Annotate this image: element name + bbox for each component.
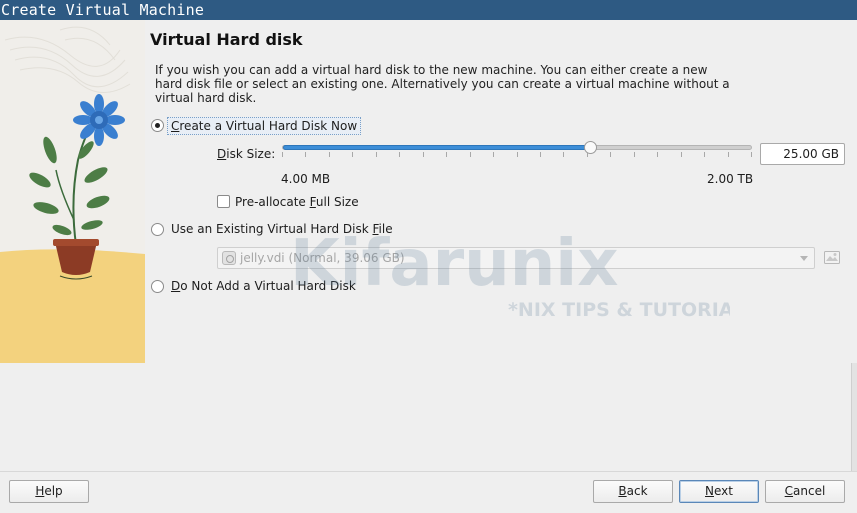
slider-tick — [517, 152, 518, 157]
chevron-down-icon — [800, 256, 808, 261]
watermark-tagline: *NIX TIPS & TUTORIALS — [508, 299, 730, 321]
slider-tick — [610, 152, 611, 157]
existing-disk-select[interactable]: jelly.vdi (Normal, 39.06 GB) — [217, 247, 815, 269]
disk-size-label-post: isk Size: — [226, 147, 276, 161]
slider-tick — [305, 152, 306, 157]
disk-size-slider-fill — [283, 145, 591, 150]
use-existing-label[interactable]: Use an Existing Virtual Hard Disk File — [171, 222, 393, 236]
slider-tick — [470, 152, 471, 157]
slider-tick — [563, 152, 564, 157]
cancel-button-key: C — [784, 484, 794, 498]
button-bar-separator — [0, 471, 857, 472]
slider-tick — [657, 152, 658, 157]
folder-icon — [824, 251, 840, 264]
next-button-key: N — [705, 484, 714, 498]
slider-tick — [423, 152, 424, 157]
disk-size-label-key: D — [217, 147, 227, 161]
help-button[interactable]: Help — [9, 480, 89, 503]
window-edge — [851, 363, 857, 471]
existing-disk-value: jelly.vdi (Normal, 39.06 GB) — [240, 251, 405, 265]
preallocate-checkbox[interactable] — [217, 195, 230, 208]
slider-tick — [728, 152, 729, 157]
no-disk-radio[interactable] — [151, 280, 164, 293]
use-existing-radio[interactable] — [151, 223, 164, 236]
preallocate-label[interactable]: Pre-allocate Full Size — [235, 195, 359, 209]
slider-tick — [634, 152, 635, 157]
disk-size-min-label: 4.00 MB — [281, 172, 331, 186]
back-button-post: ack — [626, 484, 648, 498]
slider-tick — [352, 152, 353, 157]
choose-disk-file-button[interactable] — [823, 248, 841, 266]
slider-tick — [681, 152, 682, 157]
disk-size-label: Disk Size: — [217, 147, 275, 161]
disk-size-input[interactable]: 25.00 GB — [760, 143, 845, 165]
create-disk-label-post: reate a Virtual Hard Disk Now — [179, 119, 358, 133]
disk-size-max-label: 2.00 TB — [707, 172, 754, 186]
next-button[interactable]: Next — [679, 480, 759, 503]
preallocate-label-pre: Pre-allocate — [235, 195, 310, 209]
back-button-key: B — [618, 484, 627, 498]
window-title: Create Virtual Machine — [1, 1, 205, 19]
slider-tick — [329, 152, 330, 157]
no-disk-label-key: D — [171, 279, 181, 293]
slider-tick — [540, 152, 541, 157]
create-disk-radio[interactable] — [151, 119, 164, 132]
disk-size-slider[interactable] — [282, 141, 752, 154]
page-description: If you wish you can add a virtual hard d… — [155, 63, 730, 105]
create-disk-label[interactable]: Create a Virtual Hard Disk Now — [167, 117, 362, 135]
back-button[interactable]: Back — [593, 480, 673, 503]
no-disk-label-post: o Not Add a Virtual Hard Disk — [180, 279, 356, 293]
page-title: Virtual Hard disk — [150, 30, 303, 49]
cancel-button[interactable]: Cancel — [765, 480, 845, 503]
use-existing-label-post: ile — [378, 222, 393, 236]
preallocate-label-post: ull Size — [315, 195, 359, 209]
next-button-post: ext — [714, 484, 733, 498]
plant-illustration — [0, 20, 145, 363]
help-button-post: elp — [44, 484, 63, 498]
cancel-button-post: ancel — [793, 484, 826, 498]
no-disk-label[interactable]: Do Not Add a Virtual Hard Disk — [171, 279, 356, 293]
slider-tick — [493, 152, 494, 157]
use-existing-label-pre: Use an Existing Virtual Hard Disk — [171, 222, 373, 236]
slider-tick — [376, 152, 377, 157]
slider-tick — [399, 152, 400, 157]
slider-tick — [587, 152, 588, 157]
wizard-illustration — [0, 20, 145, 363]
hard-disk-icon — [222, 251, 236, 265]
slider-tick — [751, 152, 752, 157]
help-button-key: H — [35, 484, 45, 498]
window-titlebar: Create Virtual Machine — [0, 0, 857, 20]
slider-tick — [446, 152, 447, 157]
disk-size-slider-ticks — [282, 152, 752, 158]
slider-tick — [704, 152, 705, 157]
slider-tick — [282, 152, 283, 157]
